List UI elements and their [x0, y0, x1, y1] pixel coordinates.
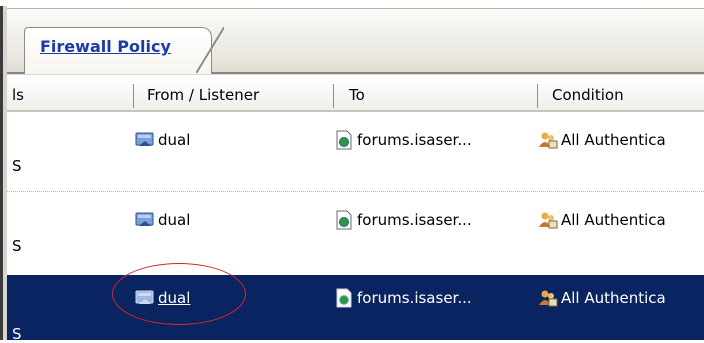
condition-value: All Authentica — [561, 131, 666, 149]
column-resize-handle[interactable] — [133, 84, 134, 108]
column-header-ls[interactable]: ls — [12, 80, 24, 110]
row-first-col: S — [12, 325, 22, 343]
annotation-circle — [112, 263, 246, 325]
console-window: Firewall Policy ls From / Listener To Co… — [0, 0, 704, 343]
authenticated-users-icon — [539, 132, 558, 149]
window-top-edge — [0, 0, 704, 8]
to-value: forums.isaser... — [357, 131, 472, 149]
to-value: forums.isaser... — [357, 289, 472, 307]
column-header-to[interactable]: To — [349, 80, 365, 110]
column-header-from-listener[interactable]: From / Listener — [147, 80, 259, 110]
tab-firewall-policy-label[interactable]: Firewall Policy — [40, 37, 171, 56]
to-value: forums.isaser... — [357, 211, 472, 229]
table-row[interactable]: dual forums.isaser... All Authentica S — [7, 113, 704, 189]
row-first-col: S — [12, 157, 22, 175]
tab-edge — [196, 27, 224, 73]
condition-value: All Authentica — [561, 289, 666, 307]
column-header-condition[interactable]: Condition — [552, 80, 624, 110]
network-listener-icon — [135, 132, 154, 146]
authenticated-users-icon — [539, 290, 558, 307]
url-set-icon — [336, 288, 352, 308]
from-value: dual — [158, 131, 191, 149]
network-listener-icon — [135, 212, 154, 226]
from-value: dual — [158, 211, 191, 229]
column-resize-handle[interactable] — [537, 84, 538, 108]
column-header-row: ls From / Listener To Condition — [7, 80, 704, 112]
table-row[interactable]: dual forums.isaser... All Authentica S — [7, 193, 704, 269]
url-set-icon — [336, 130, 352, 150]
condition-value: All Authentica — [561, 211, 666, 229]
column-resize-handle[interactable] — [333, 84, 334, 108]
url-set-icon — [336, 210, 352, 230]
row-first-col: S — [12, 237, 22, 255]
table-row-selected[interactable]: dual forums.isaser... All Authentica S — [7, 275, 704, 343]
authenticated-users-icon — [539, 212, 558, 229]
